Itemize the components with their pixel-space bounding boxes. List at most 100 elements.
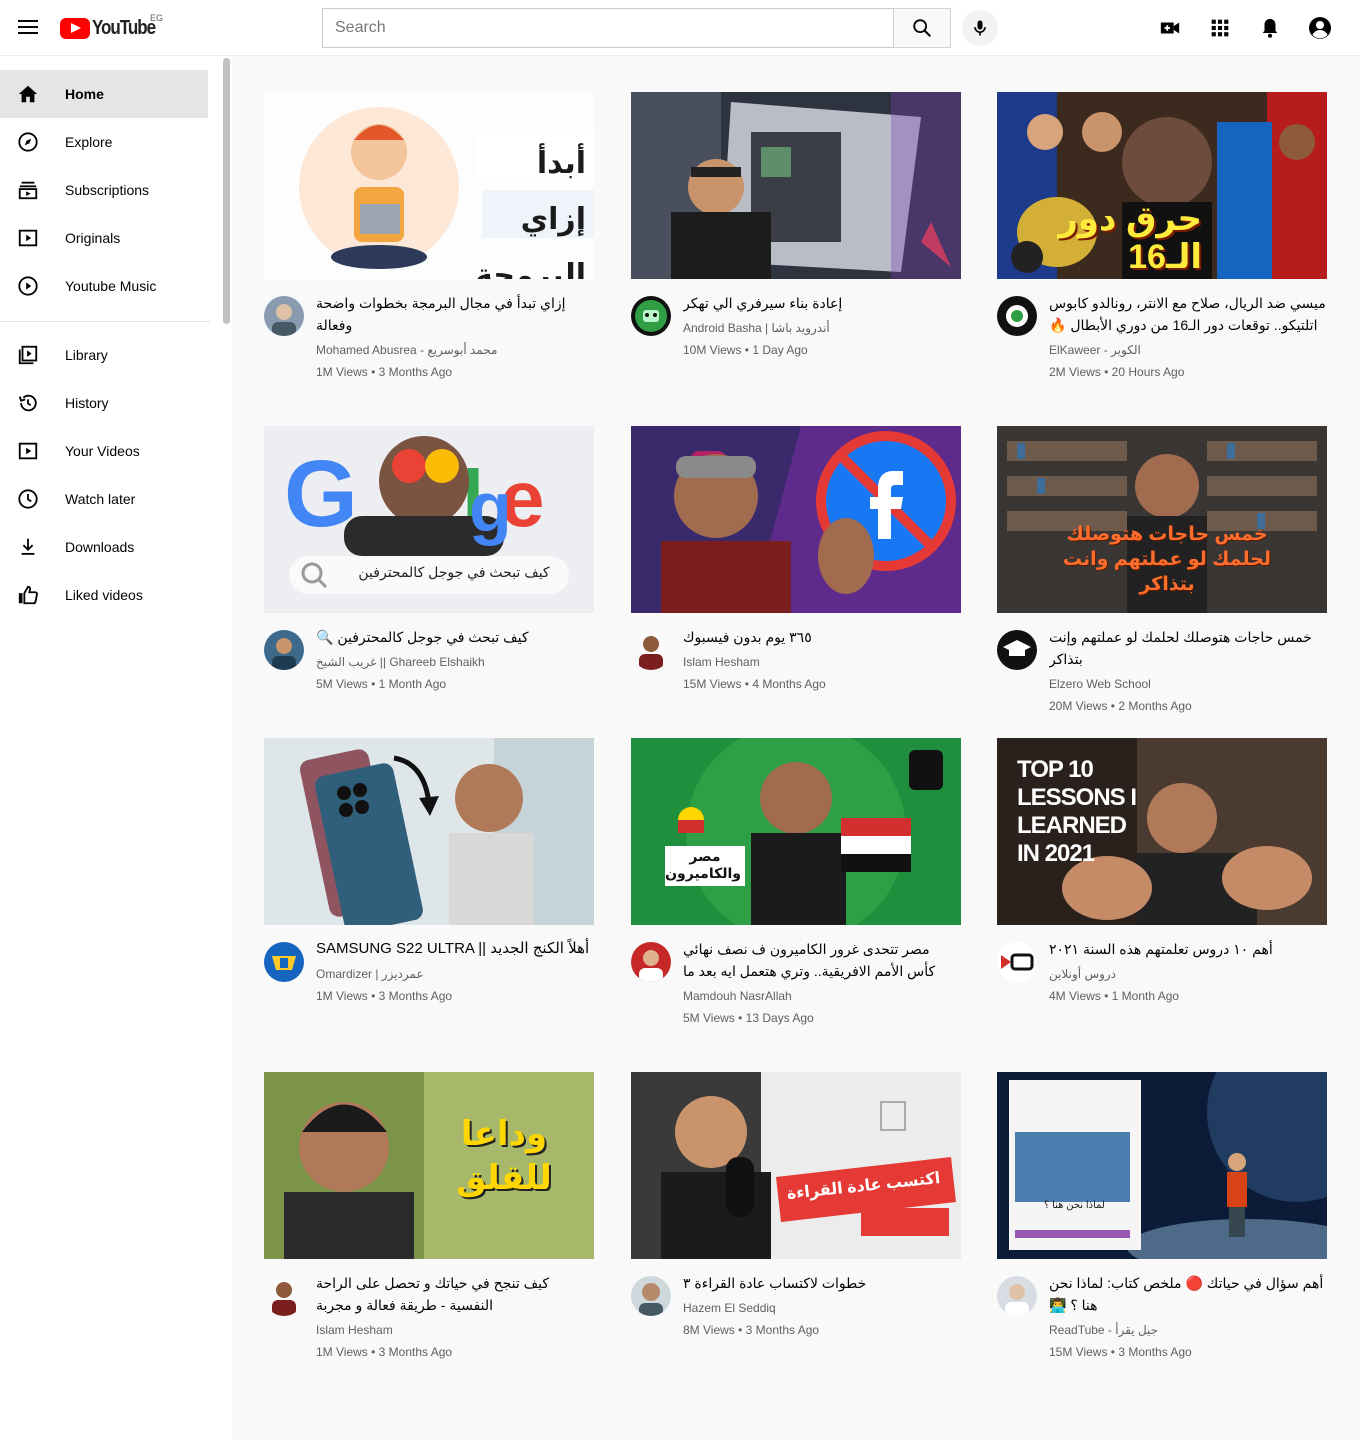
channel-avatar[interactable] [997,296,1037,336]
video-title[interactable]: كيف تبحث في جوجل كالمحترفين 🔍 [316,626,594,648]
create-video-button[interactable] [1158,16,1182,40]
channel-avatar[interactable] [631,942,671,982]
channel-name[interactable]: ReadTube - جيل يقرأ [1049,1322,1327,1338]
thumbnail-art: G l e g [264,426,594,613]
video-thumbnail[interactable]: G l e g كيف تبحث في جوجل كالمحترفين [264,426,594,613]
channel-avatar[interactable] [997,1276,1037,1316]
video-thumbnail[interactable]: وداعا للقلق [264,1072,594,1259]
thumbnail-caption: كيف تبحث في جوجل كالمحترفين [358,564,550,580]
sidebar-item-downloads[interactable]: Downloads [0,523,208,571]
channel-name[interactable]: Islam Hesham [316,1322,594,1338]
video-title[interactable]: أهم سؤال في حياتك 🔴 ملخص كتاب: لماذا نحن… [1049,1272,1327,1316]
sidebar-item-label: Your Videos [65,443,140,459]
search-input[interactable] [322,8,893,48]
video-thumbnail[interactable] [264,738,594,925]
video-card: مصر والكاميرون مصر تتحدى غرور الكاميرون … [631,738,961,1025]
sidebar-item-label: History [65,395,109,411]
svg-text:g: g [469,468,512,546]
channel-avatar[interactable] [264,1276,304,1316]
video-card: اكتسب عادة القراءة خطوات لاكتساب عادة ال… [631,1072,961,1337]
apps-grid-icon [1211,19,1229,37]
sidebar-item-your-videos[interactable]: Your Videos [0,427,208,475]
channel-avatar[interactable] [631,296,671,336]
video-thumbnail[interactable] [631,426,961,613]
sidebar-item-label: Library [65,347,108,363]
video-card: وداعا للقلق كيف تنجح في حياتك و تحصل على… [264,1072,594,1359]
video-thumbnail[interactable]: اكتسب عادة القراءة [631,1072,961,1259]
sidebar-item-library[interactable]: Library [0,331,208,379]
sidebar-item-originals[interactable]: Originals [0,214,208,262]
video-title[interactable]: خمس حاجات هتوصلك لحلمك لو عملتهم وإنت بت… [1049,626,1327,670]
video-thumbnail[interactable]: لماذا نحن هنا ؟ [997,1072,1327,1259]
video-stats: 5M Views • 13 Days Ago [683,1011,814,1025]
thumbnail-caption: وداعا للقلق [456,1115,552,1197]
search-button[interactable] [893,8,951,48]
video-card: SAMSUNG S22 ULTRA || أهلاً الكنج الجديد … [264,738,594,1003]
sidebar-item-liked-videos[interactable]: Liked videos [0,571,208,619]
channel-name[interactable]: غريب الشيخ || Ghareeb Elshaikh [316,654,594,670]
video-title[interactable]: ميسي ضد الريال، صلاح مع الانتر، رونالدو … [1049,292,1327,336]
video-title[interactable]: إعادة بناء سيرفري الي تهكر [683,292,961,314]
video-card: ٣٦٥ يوم بدون فيسبوك Islam Hesham 15M Vie… [631,426,961,691]
video-title[interactable]: كيف تنجح في حياتك و تحصل على الراحة النف… [316,1272,594,1316]
channel-name[interactable]: Android Basha | أندرويد باشا [683,320,961,336]
library-icon [16,343,40,367]
sidebar-item-label: Liked videos [65,587,143,603]
video-thumbnail[interactable]: خمس حاجات هتوصلك لحلمك لو عملتهم وانت بت… [997,426,1327,613]
channel-avatar[interactable] [264,630,304,670]
thumbnail-art [997,1072,1327,1259]
menu-icon[interactable] [16,16,40,40]
channel-name[interactable]: Islam Hesham [683,654,961,670]
video-stats: 4M Views • 1 Month Ago [1049,989,1180,1003]
thumbnail-caption: مصر والكاميرون [665,848,741,881]
top-bar: YouTube EG [0,0,1360,56]
channel-avatar[interactable] [997,942,1037,982]
thumbs-up-icon [16,583,40,607]
thumbnail-caption: لماذا نحن هنا ؟ [1044,1200,1105,1211]
sidebar: Home Explore Subscriptions Originals You… [0,56,232,1440]
sidebar-scrollbar[interactable] [223,58,230,324]
video-card: TOP 10 LESSONS I LEARNED IN 2021 أهم ١٠ … [997,738,1327,1003]
video-title[interactable]: SAMSUNG S22 ULTRA || أهلاً الكنج الجديد [316,938,594,960]
channel-avatar[interactable] [264,942,304,982]
video-stats: 1M Views • 3 Months Ago [316,365,453,379]
channel-name[interactable]: Mohamed Abusrea - محمد أبوسريع [316,342,594,358]
channel-name[interactable]: Elzero Web School [1049,676,1327,692]
channel-name[interactable]: Omardizer | عمرديزر [316,966,594,982]
video-thumbnail[interactable]: TOP 10 LESSONS I LEARNED IN 2021 [997,738,1327,925]
apps-button[interactable] [1208,16,1232,40]
thumbnail-caption: حرق دور الـ16 [1058,200,1202,276]
sidebar-item-subscriptions[interactable]: Subscriptions [0,166,208,214]
sidebar-item-explore[interactable]: Explore [0,118,208,166]
video-thumbnail[interactable]: مصر والكاميرون [631,738,961,925]
channel-name[interactable]: Hazem El Seddiq [683,1300,961,1316]
video-thumbnail[interactable]: حرق دور الـ16 [997,92,1327,279]
account-circle-icon [1309,17,1331,39]
sidebar-item-home[interactable]: Home [0,70,208,118]
account-button[interactable] [1308,16,1332,40]
channel-avatar[interactable] [631,630,671,670]
channel-avatar[interactable] [997,630,1037,670]
music-icon [16,274,40,298]
channel-name[interactable]: Mamdouh NasrAllah [683,988,961,1004]
channel-name[interactable]: دروس أونلاين [1049,966,1327,982]
sidebar-item-youtube-music[interactable]: Youtube Music [0,262,208,310]
video-card: حرق دور الـ16 ميسي ضد الريال، صلاح مع ال… [997,92,1327,379]
video-title[interactable]: خطوات لاكتساب عادة القراءة ٣ [683,1272,961,1294]
notifications-button[interactable] [1258,16,1282,40]
channel-avatar[interactable] [264,296,304,336]
video-camera-plus-icon [1160,22,1180,34]
video-title[interactable]: ٣٦٥ يوم بدون فيسبوك [683,626,961,648]
channel-avatar[interactable] [631,1276,671,1316]
video-title[interactable]: إزاي تبدأ في مجال البرمجة بخطوات واضحة و… [316,292,594,336]
video-thumbnail[interactable] [631,92,961,279]
sidebar-item-history[interactable]: History [0,379,208,427]
channel-name[interactable]: ElKaweer - الكوير [1049,342,1327,358]
thumbnail-caption: خمس حاجات هتوصلك لحلمك لو عملتهم وانت بت… [1062,524,1272,595]
youtube-logo[interactable]: YouTube EG [60,13,166,42]
video-thumbnail[interactable]: أبدأ إزاي البرمجة [264,92,594,279]
sidebar-item-watch-later[interactable]: Watch later [0,475,208,523]
video-title[interactable]: مصر تتحدى غرور الكاميرون ف نصف نهائي كأس… [683,938,961,982]
video-title[interactable]: أهم ١٠ دروس تعلمتهم هذه السنة ٢٠٢١ [1049,938,1327,960]
voice-search-button[interactable] [962,10,998,46]
